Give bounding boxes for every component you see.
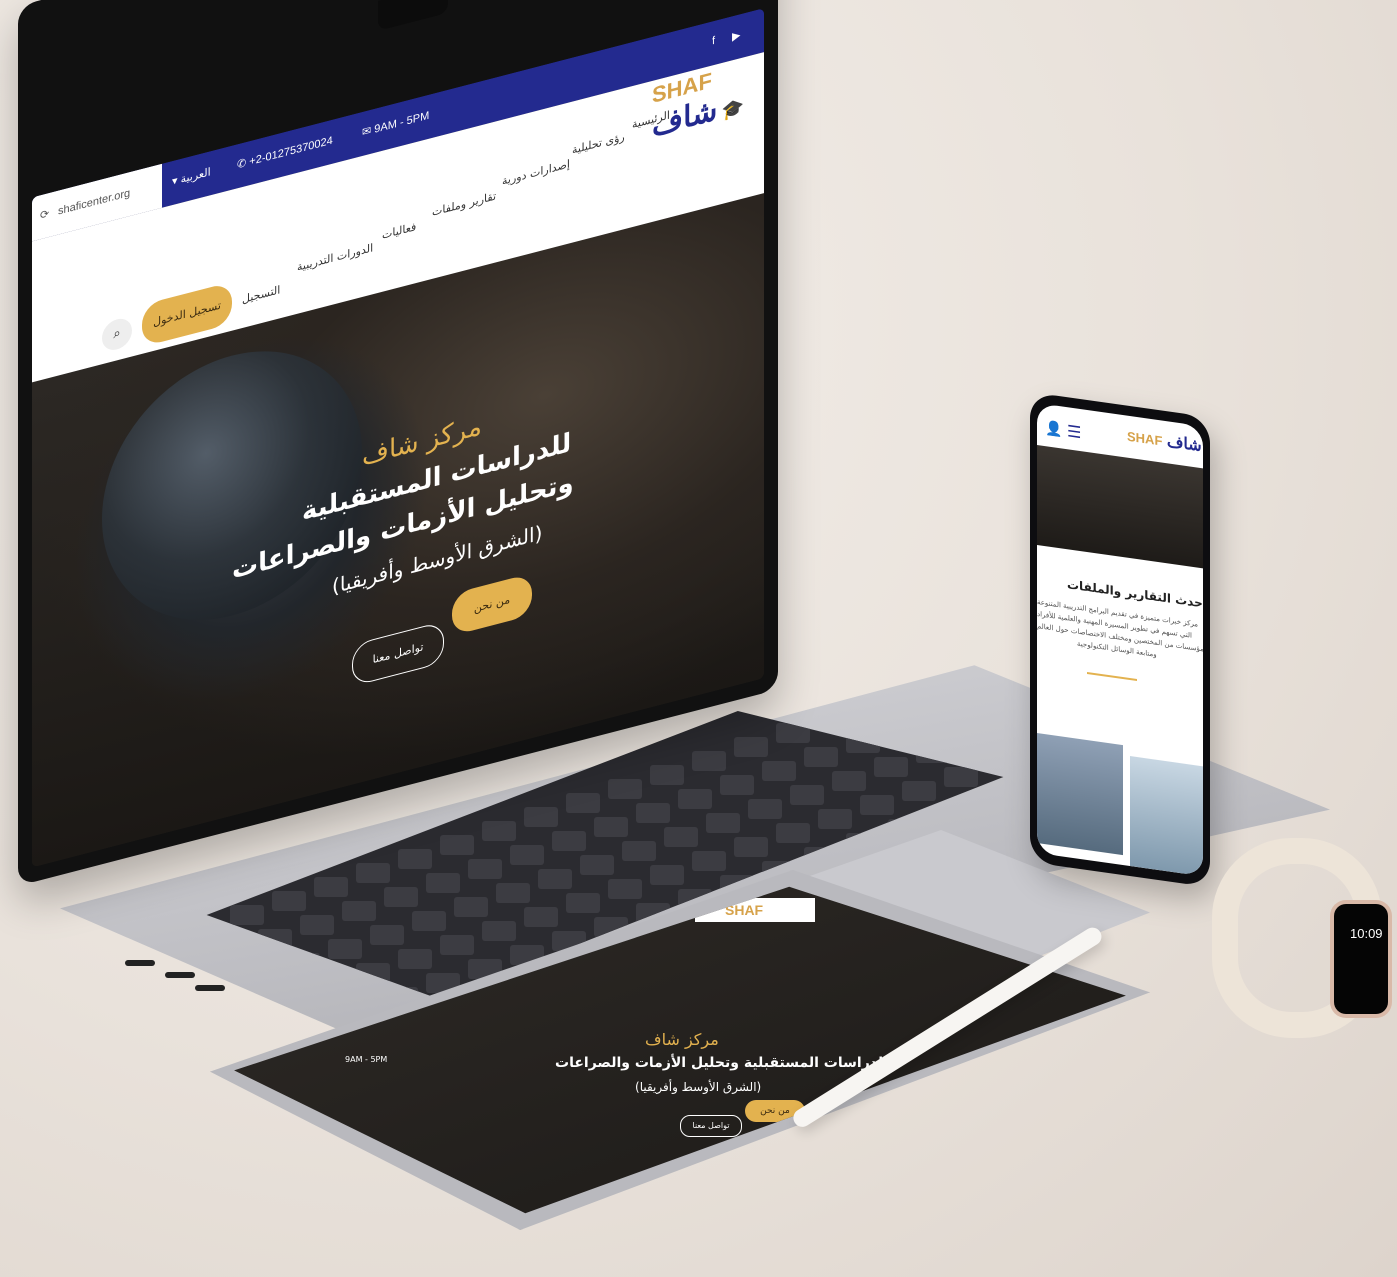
keyboard-key bbox=[524, 807, 558, 827]
phone-logo-en: SHAF bbox=[1127, 428, 1163, 449]
keyboard-key bbox=[636, 803, 670, 823]
keyboard-key bbox=[314, 877, 348, 897]
nav-reports[interactable]: تقارير وملفات bbox=[432, 189, 496, 219]
tablet-hero-line-3: (الشرق الأوسط وأفريقيا) bbox=[635, 1080, 762, 1094]
mail-icon: ✉ bbox=[362, 123, 375, 140]
watch-face: 10:09 bbox=[1330, 900, 1392, 1018]
keyboard-key bbox=[370, 925, 404, 945]
hours-text: 9AM - 5PM bbox=[374, 109, 430, 136]
keyboard-key bbox=[944, 767, 978, 787]
keyboard-key bbox=[650, 765, 684, 785]
keyboard-key bbox=[804, 747, 838, 767]
keyboard-key bbox=[734, 837, 768, 857]
phone-hero bbox=[1037, 444, 1203, 569]
tablet-contact-button[interactable]: تواصل معنا bbox=[680, 1115, 742, 1137]
keyboard-key bbox=[482, 921, 516, 941]
keyboard-key bbox=[580, 855, 614, 875]
tablet-hero-title: مركز شاف bbox=[645, 1030, 719, 1049]
graduation-cap-icon: 🎓 bbox=[721, 96, 745, 122]
phone-device: 👤 ☰ SHAF شاف أحدث التقارير والملفات مركز… bbox=[1030, 392, 1210, 888]
keyboard-key bbox=[300, 915, 334, 935]
keyboard-key bbox=[468, 859, 502, 879]
phone-logo-ar: شاف bbox=[1166, 433, 1202, 456]
keyboard-key bbox=[664, 827, 698, 847]
keyboard-key bbox=[608, 779, 642, 799]
nav-training[interactable]: الدورات التدريبية bbox=[297, 241, 373, 274]
keyboard-key bbox=[454, 897, 488, 917]
keyboard-key bbox=[692, 751, 726, 771]
laptop-port bbox=[165, 972, 195, 978]
keyboard-key bbox=[524, 907, 558, 927]
keyboard-key bbox=[384, 887, 418, 907]
keyboard-key bbox=[748, 799, 782, 819]
keyboard-key bbox=[510, 845, 544, 865]
keyboard-key bbox=[440, 935, 474, 955]
keyboard-key bbox=[790, 785, 824, 805]
keyboard-key bbox=[608, 879, 642, 899]
keyboard-key bbox=[734, 737, 768, 757]
keyboard-key bbox=[552, 831, 586, 851]
keyboard-key bbox=[594, 817, 628, 837]
keyboard-key bbox=[272, 891, 306, 911]
hours-info: ✉ 9AM - 5PM bbox=[362, 109, 429, 139]
user-icon[interactable]: 👤 bbox=[1045, 420, 1062, 438]
phone-number: +2-01275370024 bbox=[249, 134, 333, 169]
report-image-1[interactable] bbox=[1037, 732, 1124, 856]
keyboard-key bbox=[356, 863, 390, 883]
menu-icon[interactable]: ☰ bbox=[1067, 421, 1081, 442]
keyboard-key bbox=[902, 781, 936, 801]
keyboard-key bbox=[566, 793, 600, 813]
keyboard-key bbox=[496, 883, 530, 903]
keyboard-key bbox=[706, 813, 740, 833]
watch-time: 10:09 bbox=[1350, 926, 1383, 941]
phone-icon: ✆ bbox=[237, 156, 250, 172]
search-icon[interactable]: ⌕ bbox=[102, 315, 132, 354]
tablet-hours: 9AM - 5PM bbox=[345, 1055, 388, 1064]
keyboard-key bbox=[622, 841, 656, 861]
keyboard-key bbox=[426, 873, 460, 893]
laptop-port bbox=[125, 960, 155, 966]
keyboard-key bbox=[398, 849, 432, 869]
keyboard-key bbox=[398, 949, 432, 969]
keyboard-key bbox=[342, 901, 376, 921]
phone-info[interactable]: ✆ +2-01275370024 bbox=[237, 134, 333, 172]
keyboard-key bbox=[230, 905, 264, 925]
keyboard-key bbox=[832, 771, 866, 791]
youtube-icon[interactable]: ▶ bbox=[732, 28, 740, 43]
nav-events[interactable]: فعاليات bbox=[382, 220, 416, 242]
keyboard-key bbox=[860, 795, 894, 815]
divider bbox=[1087, 672, 1137, 682]
keyboard-key bbox=[328, 939, 362, 959]
keyboard-key bbox=[412, 911, 446, 931]
url-text[interactable]: shaficenter.org bbox=[58, 187, 130, 218]
chevron-down-icon: ▾ bbox=[172, 173, 181, 189]
refresh-icon[interactable]: ⟳ bbox=[40, 207, 49, 222]
keyboard-key bbox=[482, 821, 516, 841]
camera-notch bbox=[378, 0, 448, 31]
keyboard-key bbox=[776, 823, 810, 843]
laptop-screen: ⟳ shaficenter.org ▾ العربية ✆ +2-0127537… bbox=[32, 8, 764, 868]
phone-logo[interactable]: SHAF شاف bbox=[1127, 426, 1202, 457]
register-link[interactable]: التسجيل bbox=[242, 283, 280, 306]
keyboard-key bbox=[538, 869, 572, 889]
phone-screen: 👤 ☰ SHAF شاف أحدث التقارير والملفات مركز… bbox=[1037, 402, 1203, 877]
keyboard-key bbox=[678, 789, 712, 809]
keyboard-key bbox=[440, 835, 474, 855]
report-image-2[interactable] bbox=[1129, 756, 1203, 877]
facebook-icon[interactable]: f bbox=[712, 35, 715, 48]
watch-screen: 10:09 bbox=[1334, 904, 1388, 1014]
keyboard-key bbox=[566, 893, 600, 913]
laptop-port bbox=[195, 985, 225, 991]
language-label: العربية bbox=[180, 166, 211, 186]
tablet-hero-line-2: للدراسات المستقبلية وتحليل الأزمات والصر… bbox=[555, 1055, 889, 1071]
nav-periodicals[interactable]: إصدارات دورية bbox=[502, 157, 570, 188]
keyboard-key bbox=[818, 809, 852, 829]
keyboard-key bbox=[874, 757, 908, 777]
keyboard-key bbox=[692, 851, 726, 871]
keyboard-key bbox=[650, 865, 684, 885]
nav-analysis[interactable]: رؤى تحليلية bbox=[572, 130, 625, 157]
keyboard-key bbox=[720, 775, 754, 795]
language-selector[interactable]: ▾ العربية bbox=[172, 165, 211, 188]
keyboard-key bbox=[762, 761, 796, 781]
